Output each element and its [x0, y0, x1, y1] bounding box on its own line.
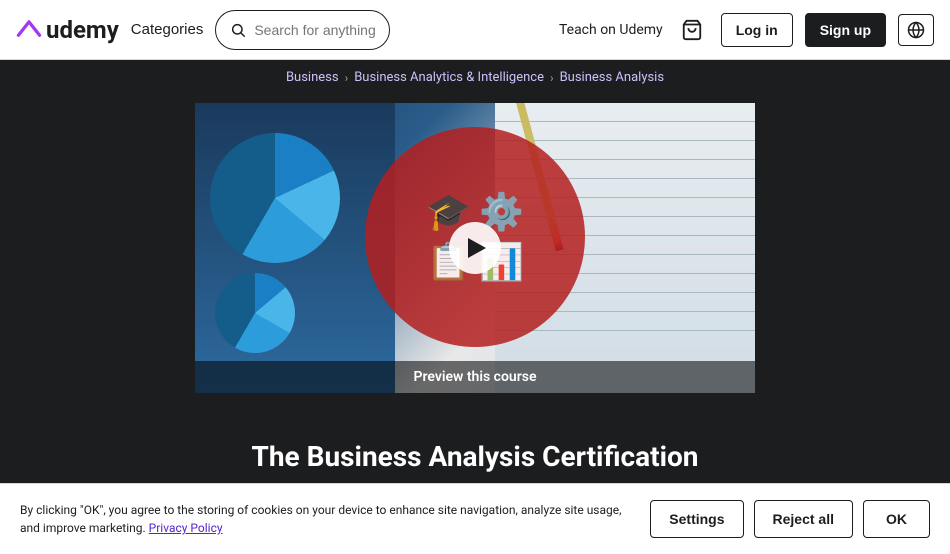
cookie-text: By clicking "OK", you agree to the stori… [20, 501, 634, 537]
breadcrumb-sep-2: › [550, 71, 554, 85]
search-input[interactable] [254, 22, 375, 38]
cookie-ok-button[interactable]: OK [863, 500, 930, 538]
language-button[interactable] [898, 14, 934, 46]
main-content: 🎓 ⚙️ 📋 📊 Preview this course The Busines… [0, 95, 950, 393]
categories-button[interactable]: Categories [131, 21, 204, 38]
signup-button[interactable]: Sign up [805, 13, 886, 47]
cart-button[interactable] [675, 13, 709, 47]
cookie-settings-button[interactable]: Settings [650, 500, 743, 538]
globe-icon [907, 21, 925, 39]
header: udemy Categories Teach on Udemy Log in S… [0, 0, 950, 60]
pie-chart-large [210, 133, 340, 263]
udemy-logo-icon [16, 17, 42, 43]
cookie-banner: By clicking "OK", you agree to the stori… [0, 483, 950, 554]
play-button[interactable] [449, 222, 501, 274]
video-preview[interactable]: 🎓 ⚙️ 📋 📊 Preview this course [195, 103, 755, 393]
breadcrumb: Business › Business Analytics & Intellig… [0, 60, 950, 95]
course-title-area: The Business Analysis Certification [0, 420, 950, 484]
course-title: The Business Analysis Certification [80, 440, 870, 474]
preview-label: Preview this course [195, 361, 755, 393]
breadcrumb-analysis[interactable]: Business Analysis [560, 70, 664, 85]
search-bar [215, 10, 390, 50]
logo[interactable]: udemy [16, 16, 119, 44]
cart-icon [681, 19, 703, 41]
breadcrumb-business[interactable]: Business [286, 70, 339, 85]
logo-text: udemy [46, 16, 119, 44]
play-triangle-icon [468, 238, 486, 258]
breadcrumb-sep-1: › [345, 71, 349, 85]
pie-chart-small [215, 273, 295, 353]
privacy-policy-link[interactable]: Privacy Policy [149, 521, 223, 535]
search-icon [230, 22, 246, 38]
cookie-reject-button[interactable]: Reject all [754, 500, 853, 538]
breadcrumb-analytics[interactable]: Business Analytics & Intelligence [354, 70, 544, 85]
cookie-buttons: Settings Reject all OK [650, 500, 930, 538]
teach-link[interactable]: Teach on Udemy [559, 22, 663, 38]
login-button[interactable]: Log in [721, 13, 793, 47]
